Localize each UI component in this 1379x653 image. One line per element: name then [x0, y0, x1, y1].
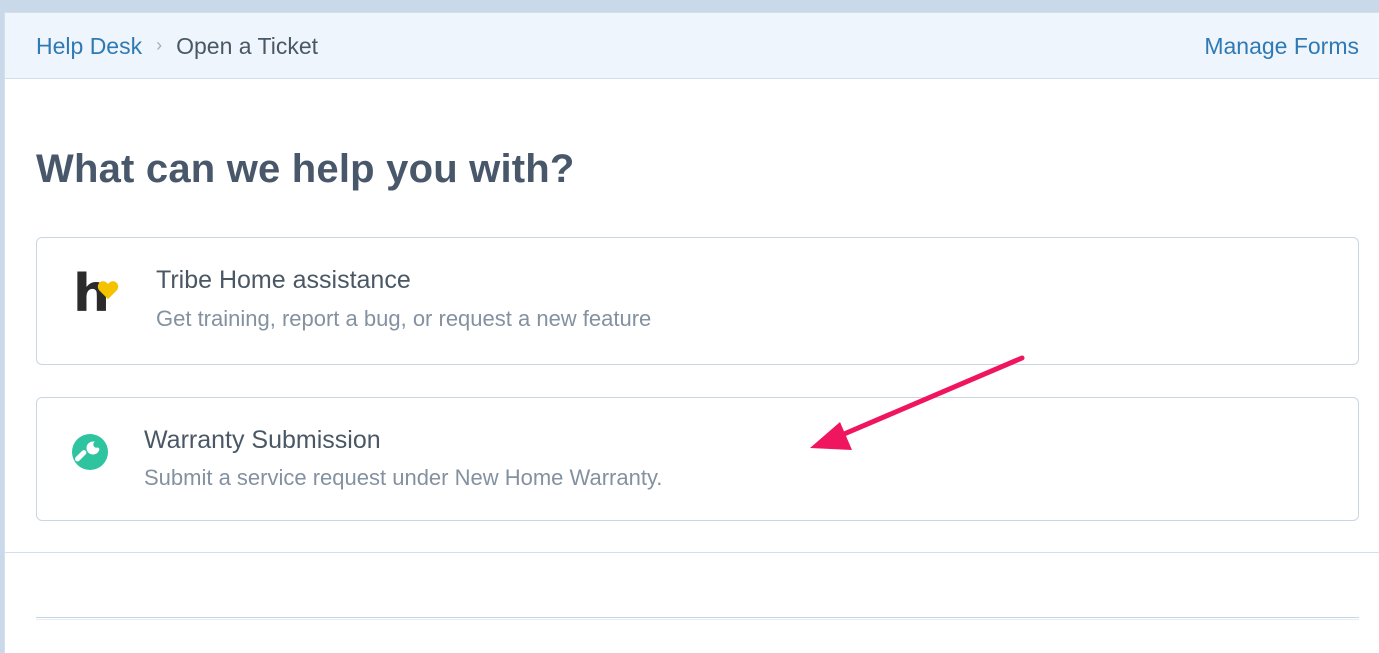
top-bar: Help Desk › Open a Ticket Manage Forms: [5, 13, 1379, 79]
page-title: What can we help you with?: [36, 147, 575, 191]
breadcrumb: Help Desk › Open a Ticket: [36, 33, 318, 60]
breadcrumb-help-desk-link[interactable]: Help Desk: [36, 33, 142, 60]
footer-divider-shadow: [36, 619, 1359, 620]
footer-divider: [36, 617, 1359, 618]
manage-forms-link[interactable]: Manage Forms: [1204, 33, 1359, 60]
option-title: Warranty Submission: [144, 426, 381, 454]
help-desk-frame: Help Desk › Open a Ticket Manage Forms W…: [4, 12, 1379, 653]
option-card-tribe-home-assistance[interactable]: h Tribe Home assistance Get training, re…: [36, 237, 1359, 365]
tribe-home-logo-icon: h: [73, 268, 123, 322]
wrench-icon: [72, 434, 108, 475]
breadcrumb-current: Open a Ticket: [176, 33, 319, 59]
section-divider: [5, 552, 1379, 553]
option-card-warranty-submission[interactable]: Warranty Submission Submit a service req…: [36, 397, 1359, 521]
option-description: Submit a service request under New Home …: [144, 465, 663, 490]
option-description: Get training, report a bug, or request a…: [156, 306, 652, 331]
option-title: Tribe Home assistance: [156, 266, 411, 294]
chevron-right-icon: ›: [156, 35, 163, 55]
annotation-arrow-icon: [810, 355, 1025, 450]
